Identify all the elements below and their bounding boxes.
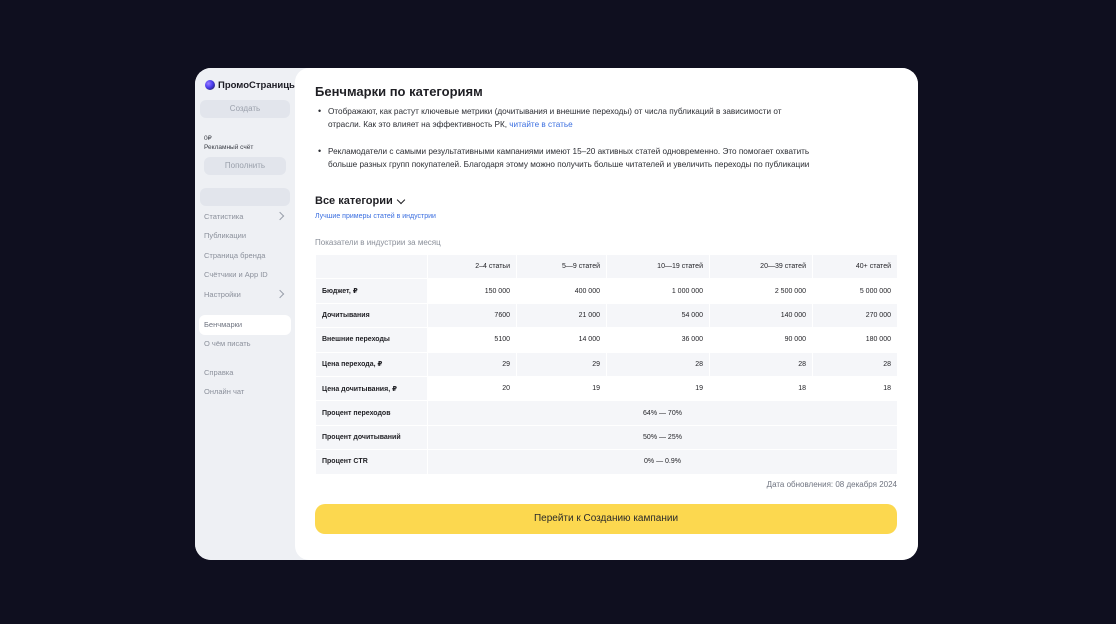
- table-cell: 21 000: [516, 302, 607, 329]
- article-link[interactable]: читайте в статье: [509, 120, 572, 129]
- account-label: Рекламный счёт: [204, 144, 254, 151]
- column-header: 20—39 статей: [709, 253, 813, 280]
- app-window: ПромоСтраницы Создать 0₽ Рекламный счёт …: [195, 68, 918, 560]
- sidebar-item-label: Настройки: [204, 290, 241, 299]
- main-content: Бенчмарки по категориям Отображают, как …: [295, 68, 918, 560]
- table-cell: 18: [709, 375, 813, 402]
- row-label: Цена перехода, ₽: [315, 351, 428, 377]
- chevron-right-icon: [275, 211, 285, 221]
- table-cell: 28: [709, 351, 813, 377]
- table-corner-cell: [315, 253, 428, 280]
- sidebar-item-label: Онлайн чат: [204, 387, 245, 396]
- column-header: 5—9 статей: [516, 253, 607, 280]
- table-cell-merged: 64% — 70%: [427, 400, 898, 426]
- table-cell: 90 000: [709, 327, 813, 353]
- table-cell: 150 000: [427, 278, 517, 304]
- table-cell: 36 000: [606, 327, 710, 353]
- column-header: 40+ статей: [812, 253, 898, 280]
- table-cell: 14 000: [516, 327, 607, 353]
- row-label: Бюджет, ₽: [315, 278, 428, 304]
- table-cell: 20: [427, 375, 517, 402]
- category-select-label: Все категории: [315, 195, 393, 207]
- sidebar-item-label: Страница бренда: [204, 251, 266, 260]
- sidebar-item-brand-page[interactable]: Страница бренда: [199, 246, 291, 266]
- topup-button[interactable]: Пополнить: [204, 157, 286, 175]
- sidebar-item-statistics[interactable]: Статистика: [199, 207, 291, 227]
- create-button[interactable]: Создать: [200, 100, 290, 118]
- logo-text: ПромоСтраницы: [218, 79, 298, 91]
- table-cell: 270 000: [812, 302, 898, 329]
- table-cell: 19: [516, 375, 607, 402]
- row-label: Процент переходов: [315, 400, 428, 426]
- sidebar-placeholder: [200, 188, 290, 206]
- sidebar-item-label: Статистика: [204, 212, 244, 221]
- table-cell-merged: 50% — 25%: [427, 424, 898, 451]
- table-cell: 1 000 000: [606, 278, 710, 304]
- table-row: Внешние переходы 5100 14 000 36 000 90 0…: [315, 327, 898, 353]
- table-cell: 2 500 000: [709, 278, 813, 304]
- sidebar-item-online-chat[interactable]: Онлайн чат: [199, 382, 291, 402]
- sidebar-item-what-to-write[interactable]: О чём писать: [199, 334, 291, 354]
- balance-value: 0₽: [204, 135, 212, 142]
- sidebar-item-publications[interactable]: Публикации: [199, 226, 291, 246]
- sidebar-item-settings[interactable]: Настройки: [199, 285, 291, 305]
- sidebar-item-label: Бенчмарки: [204, 320, 243, 329]
- table-cell: 400 000: [516, 278, 607, 304]
- table-cell: 5100: [427, 327, 517, 353]
- table-row: Цена перехода, ₽ 29 29 28 28 28: [315, 351, 898, 377]
- sidebar-item-benchmarks[interactable]: Бенчмарки: [199, 315, 291, 335]
- row-label: Цена дочитывания, ₽: [315, 375, 428, 402]
- table-cell: 140 000: [709, 302, 813, 329]
- sidebar-item-counters[interactable]: Счётчики и App ID: [199, 265, 291, 285]
- update-date: Дата обновления: 08 декабря 2024: [766, 480, 897, 489]
- table-cell-merged: 0% — 0.9%: [427, 449, 898, 475]
- table-cell: 28: [606, 351, 710, 377]
- row-label: Дочитывания: [315, 302, 428, 329]
- table-cell: 29: [516, 351, 607, 377]
- bullet-item: Отображают, как растут ключевые метрики …: [315, 105, 815, 132]
- column-header: 10—19 статей: [606, 253, 710, 280]
- table-row: Процент переходов 64% — 70%: [315, 400, 898, 426]
- logo[interactable]: ПромоСтраницы: [205, 78, 297, 92]
- info-bullets: Отображают, как растут ключевые метрики …: [315, 105, 815, 172]
- table-row: Цена дочитывания, ₽ 20 19 19 18 18: [315, 375, 898, 402]
- chevron-right-icon: [275, 289, 285, 299]
- table-caption: Показатели в индустрии за месяц: [315, 238, 441, 247]
- category-select[interactable]: Все категории: [315, 195, 406, 207]
- table-cell: 19: [606, 375, 710, 402]
- table-row: Процент дочитываний 50% — 25%: [315, 424, 898, 451]
- row-label: Процент дочитываний: [315, 424, 428, 451]
- sidebar-item-label: Счётчики и App ID: [204, 270, 268, 279]
- bullet-text: Рекламодатели с самыми результативными к…: [328, 146, 810, 170]
- sidebar-item-label: Публикации: [204, 231, 247, 240]
- benchmark-table: 2–4 статьи 5—9 статей 10—19 статей 20—39…: [315, 253, 898, 475]
- chevron-down-icon: [396, 195, 406, 204]
- table-row: Бюджет, ₽ 150 000 400 000 1 000 000 2 50…: [315, 278, 898, 304]
- table-cell: 180 000: [812, 327, 898, 353]
- sidebar-item-label: Справка: [204, 368, 234, 377]
- bullet-item: Рекламодатели с самыми результативными к…: [315, 145, 815, 172]
- table-cell: 54 000: [606, 302, 710, 329]
- sidebar: ПромоСтраницы Создать 0₽ Рекламный счёт …: [195, 68, 297, 560]
- table-cell: 18: [812, 375, 898, 402]
- table-cell: 7600: [427, 302, 517, 329]
- create-campaign-button[interactable]: Перейти к Созданию кампании: [315, 504, 897, 534]
- row-label: Процент CTR: [315, 449, 428, 475]
- sidebar-item-help[interactable]: Справка: [199, 363, 291, 383]
- table-cell: 29: [427, 351, 517, 377]
- column-header: 2–4 статьи: [427, 253, 517, 280]
- page-title: Бенчмарки по категориям: [315, 84, 483, 99]
- logo-icon: [205, 80, 215, 90]
- table-cell: 5 000 000: [812, 278, 898, 304]
- table-header-row: 2–4 статьи 5—9 статей 10—19 статей 20—39…: [315, 253, 898, 280]
- table-row: Процент CTR 0% — 0.9%: [315, 449, 898, 475]
- row-label: Внешние переходы: [315, 327, 428, 353]
- sidebar-item-label: О чём писать: [204, 339, 251, 348]
- examples-link[interactable]: Лучшие примеры статей в индустрии: [315, 213, 436, 220]
- table-row: Дочитывания 7600 21 000 54 000 140 000 2…: [315, 302, 898, 329]
- table-cell: 28: [812, 351, 898, 377]
